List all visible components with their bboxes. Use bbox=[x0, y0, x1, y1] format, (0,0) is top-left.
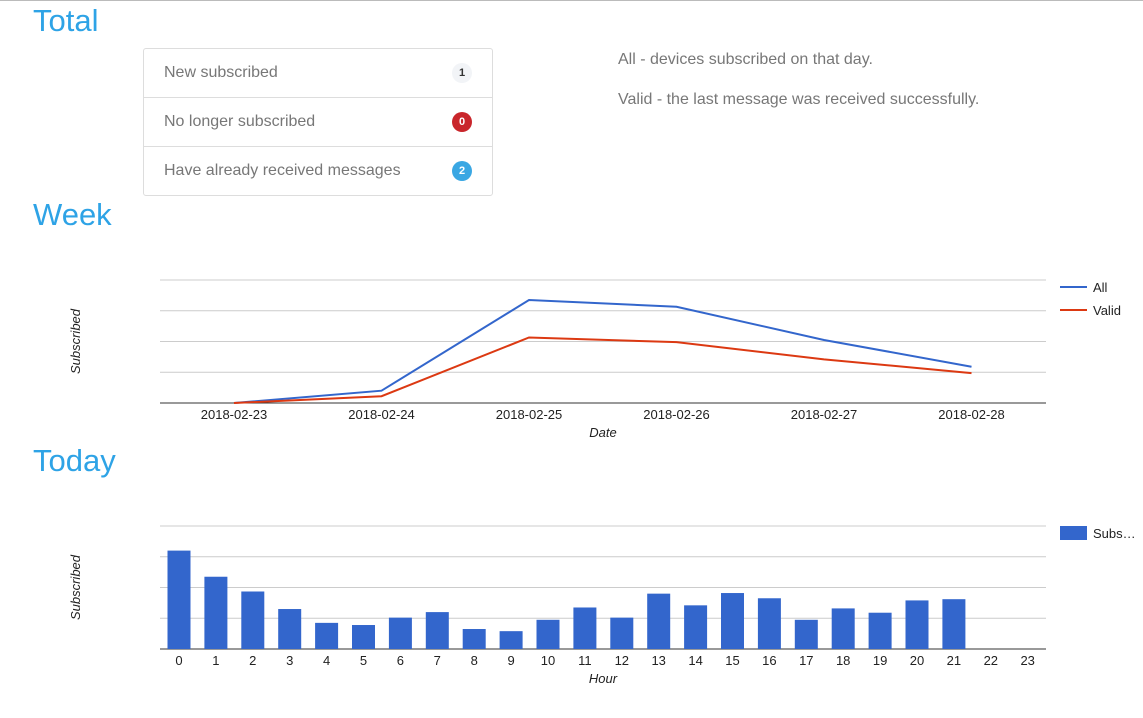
x-tick-label: 9 bbox=[507, 653, 514, 668]
bar-hour-20 bbox=[905, 600, 929, 649]
legend-label: All bbox=[1093, 280, 1108, 295]
count-badge: 1 bbox=[452, 63, 472, 83]
x-tick-label: 2018-02-23 bbox=[201, 407, 268, 422]
x-tick-label: 7 bbox=[434, 653, 441, 668]
x-tick-label: 14 bbox=[688, 653, 702, 668]
x-tick-label: 23 bbox=[1020, 653, 1034, 668]
bar-hour-16 bbox=[757, 598, 781, 649]
x-tick-label: 15 bbox=[725, 653, 739, 668]
stat-label: New subscribed bbox=[164, 64, 278, 81]
bar-hour-8 bbox=[462, 629, 486, 649]
section-title-total: Total bbox=[33, 3, 99, 38]
bar-hour-7 bbox=[425, 612, 449, 649]
x-tick-label: 20 bbox=[910, 653, 924, 668]
x-tick-label: 2018-02-25 bbox=[496, 407, 563, 422]
bar-hour-6 bbox=[388, 617, 412, 649]
bar-hour-14 bbox=[684, 605, 708, 649]
x-tick-label: 10 bbox=[541, 653, 555, 668]
x-tick-label: 0 bbox=[175, 653, 182, 668]
bar-hour-10 bbox=[536, 619, 560, 649]
note-valid: Valid - the last message was received su… bbox=[618, 91, 980, 108]
x-tick-label: 13 bbox=[651, 653, 665, 668]
bar-hour-18 bbox=[831, 608, 855, 649]
x-tick-label: 2018-02-24 bbox=[348, 407, 415, 422]
bar-hour-0 bbox=[167, 550, 191, 649]
bar-hour-19 bbox=[868, 612, 892, 649]
legend-swatch bbox=[1060, 526, 1087, 540]
bar-hour-9 bbox=[499, 631, 523, 649]
x-tick-label: 11 bbox=[578, 653, 592, 668]
x-tick-label: 18 bbox=[836, 653, 850, 668]
x-tick-label: 6 bbox=[397, 653, 404, 668]
x-tick-label: 17 bbox=[799, 653, 813, 668]
x-tick-label: 2018-02-28 bbox=[938, 407, 1005, 422]
stat-label: No longer subscribed bbox=[164, 113, 316, 130]
bar-hour-1 bbox=[204, 576, 228, 649]
today-bar-chart: SubscribedHourSubs…0 1 2 3 4 5 6 7 8 9 10 11 12 13 14 1… bbox=[68, 525, 1136, 686]
count-badge: 2 bbox=[452, 161, 472, 181]
bar-hour-21 bbox=[942, 599, 966, 649]
week-line-chart: Subscribed Date All Valid 2018-02-23 2018-02-… bbox=[68, 279, 1121, 440]
x-tick-label: 5 bbox=[360, 653, 367, 668]
stat-row-new-subscribed: New subscribed 1 bbox=[144, 49, 492, 98]
x-tick-label: 4 bbox=[323, 653, 330, 668]
x-tick-label: 1 bbox=[212, 653, 219, 668]
x-tick-label: 8 bbox=[471, 653, 478, 668]
stat-label: Have already received messages bbox=[164, 162, 401, 179]
note-all: All - devices subscribed on that day. bbox=[618, 51, 873, 68]
x-tick-label: 22 bbox=[984, 653, 998, 668]
bar-hour-12 bbox=[610, 617, 634, 649]
top-divider bbox=[0, 0, 1143, 1]
stat-row-no-longer-subscribed: No longer subscribed 0 bbox=[144, 98, 492, 147]
y-axis-label: Subscribed bbox=[68, 554, 83, 620]
stat-row-received-messages: Have already received messages 2 bbox=[144, 147, 492, 195]
bar-hour-5 bbox=[352, 625, 375, 649]
x-tick-label: 2018-02-26 bbox=[643, 407, 710, 422]
legend-label: Subs… bbox=[1093, 526, 1136, 541]
y-axis-label: Subscribed bbox=[68, 308, 83, 374]
bar-hour-11 bbox=[573, 607, 597, 649]
x-axis-label: Hour bbox=[589, 671, 618, 686]
stats-panel: New subscribed 1 No longer subscribed 0 … bbox=[143, 48, 493, 196]
count-badge: 0 bbox=[452, 112, 472, 132]
section-title-week: Week bbox=[33, 197, 112, 232]
bar-hour-17 bbox=[794, 619, 818, 649]
x-tick-label: 16 bbox=[762, 653, 776, 668]
bar-hour-13 bbox=[647, 593, 671, 649]
x-tick-label: 2 bbox=[249, 653, 256, 668]
x-axis-label: Date bbox=[589, 425, 616, 440]
x-tick-label: 12 bbox=[615, 653, 629, 668]
legend-label: Valid bbox=[1093, 303, 1121, 318]
bar-hour-15 bbox=[721, 593, 744, 649]
legend-notes: All - devices subscribed on that day. Va… bbox=[618, 50, 979, 130]
series-line-all bbox=[233, 298, 972, 404]
x-tick-label: 3 bbox=[286, 653, 293, 668]
bar-hour-4 bbox=[315, 622, 339, 649]
bar-hour-3 bbox=[278, 609, 302, 649]
x-tick-label: 2018-02-27 bbox=[791, 407, 858, 422]
section-title-today: Today bbox=[33, 443, 116, 478]
bar-hour-2 bbox=[241, 591, 265, 649]
x-tick-label: 21 bbox=[947, 653, 961, 668]
x-tick-label: 19 bbox=[873, 653, 887, 668]
